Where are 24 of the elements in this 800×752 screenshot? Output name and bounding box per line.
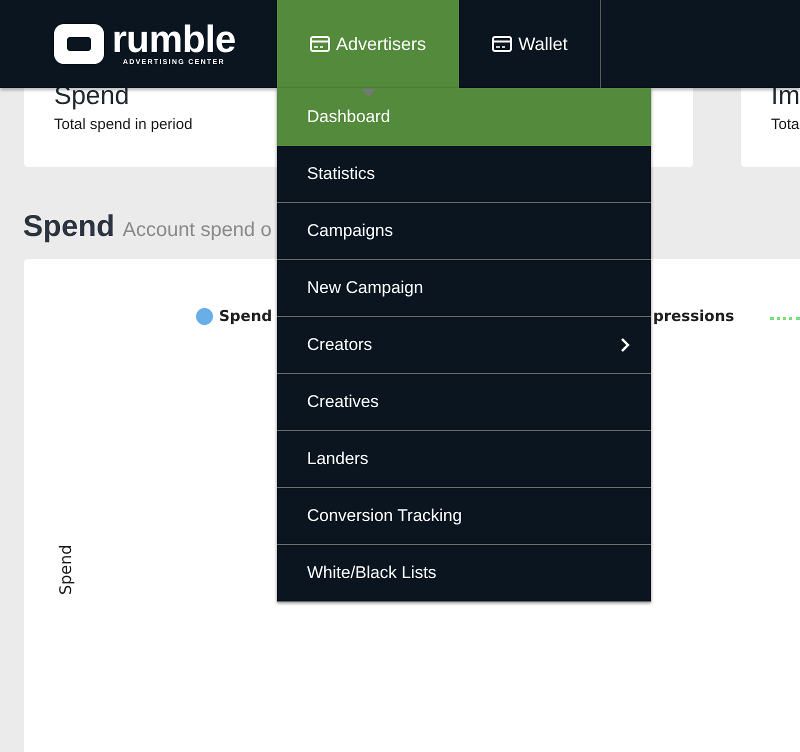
- pointer-icon: [362, 89, 376, 97]
- menu-item[interactable]: Landers: [277, 431, 651, 488]
- legend-label: pressions: [653, 307, 734, 325]
- menu-item[interactable]: White/Black Lists: [277, 545, 651, 602]
- menu-item[interactable]: Conversion Tracking: [277, 488, 651, 545]
- chevron-right-icon: [620, 337, 630, 353]
- menu-item[interactable]: Dashboard: [277, 88, 651, 146]
- card-subtitle: Tota: [771, 116, 800, 133]
- card-title: Im: [771, 80, 800, 110]
- menu-item[interactable]: New Campaign: [277, 260, 651, 317]
- menu-item[interactable]: Creators: [277, 317, 651, 374]
- axis-label: Spend: [56, 544, 75, 595]
- menu-item[interactable]: Creatives: [277, 374, 651, 431]
- card-icon: [310, 36, 330, 52]
- menu-item[interactable]: Campaigns: [277, 203, 651, 260]
- section-title: Spend: [23, 210, 115, 244]
- card-icon: [492, 36, 512, 52]
- logo-wordmark: rumble: [112, 22, 236, 58]
- menu-item[interactable]: Statistics: [277, 146, 651, 203]
- logo-icon: [54, 24, 104, 64]
- legend-label: Spend: [219, 307, 272, 325]
- nav-tab[interactable]: Wallet: [460, 0, 601, 88]
- section-subtitle: Account spend o: [122, 219, 272, 242]
- nav-tab[interactable]: Advertisers: [277, 0, 460, 88]
